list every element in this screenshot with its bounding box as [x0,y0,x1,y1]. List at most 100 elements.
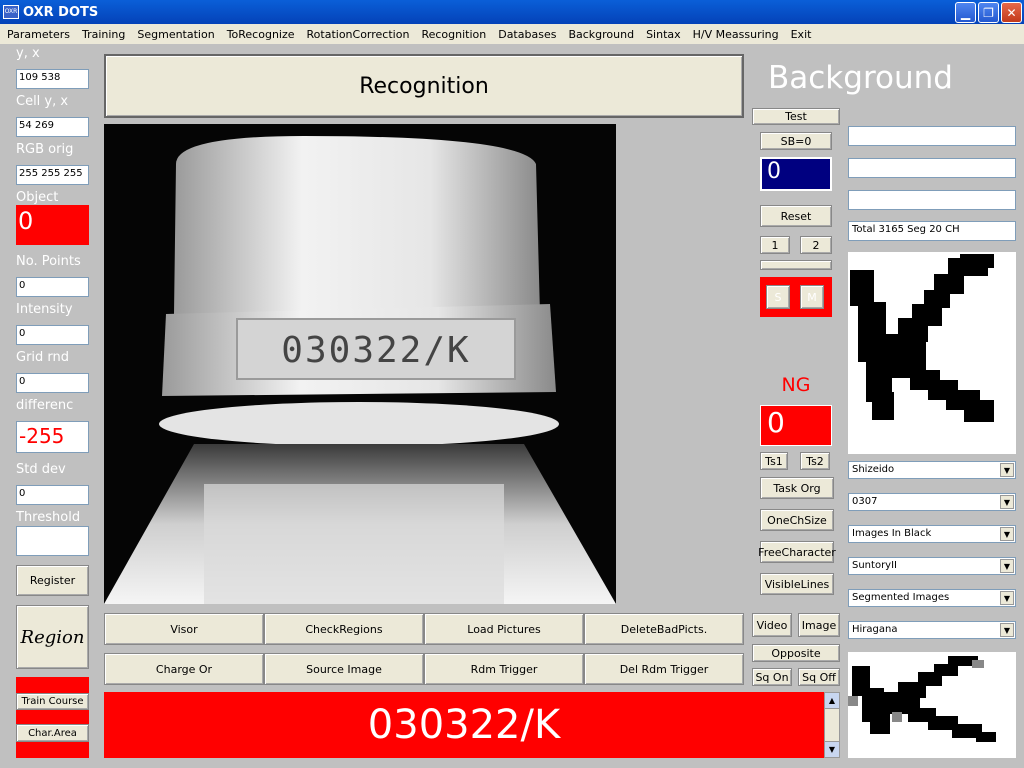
combo-database[interactable]: SuntoryII ▼ [848,557,1016,575]
train-course-indicator [16,677,89,693]
mode-title-button[interactable]: Recognition [104,54,744,118]
window-title: OXR DOTS [23,4,99,20]
menu-background[interactable]: Background [568,28,634,41]
chevron-down-icon[interactable]: ▼ [1000,495,1014,509]
chevron-down-icon[interactable]: ▼ [1000,559,1014,573]
ng-counter: 0 [760,405,832,446]
menu-torecognize[interactable]: ToRecognize [227,28,295,41]
character-preview-small [848,652,1016,758]
cell-label: Cell y, x [16,94,69,109]
combo-brand[interactable]: Shizeido ▼ [848,461,1016,479]
right-field-2[interactable] [848,158,1016,178]
reset-button[interactable]: Reset [760,205,832,227]
minimize-button[interactable]: ▁ [955,2,976,23]
menu-segmentation[interactable]: Segmentation [137,28,214,41]
maximize-button[interactable]: ❐ [978,2,999,23]
sm-panel: S M [760,277,832,317]
menu-rotationcorrection[interactable]: RotationCorrection [307,28,410,41]
blank-button[interactable] [760,260,832,270]
intensity-label: Intensity [16,302,73,317]
combo-image-type[interactable]: Segmented Images ▼ [848,589,1016,607]
test-button[interactable]: Test [752,108,840,125]
visible-lines-button[interactable]: VisibleLines [760,573,834,595]
std-field[interactable]: 0 [16,485,89,505]
menu-training[interactable]: Training [82,28,125,41]
sq-on-button[interactable]: Sq On [752,668,792,686]
visor-button[interactable]: Visor [104,613,264,645]
scroll-up-icon[interactable]: ▲ [825,693,839,709]
threshold-field[interactable] [16,526,89,556]
title-bar: OXR OXR DOTS ▁ ❐ ✕ [0,0,1024,24]
camera-image[interactable]: 030322/K [104,124,616,604]
rgb-field[interactable]: 255 255 255 [16,165,89,185]
menu-databases[interactable]: Databases [498,28,556,41]
char-area-indicator-bottom [16,742,89,758]
region-button[interactable]: Region [16,605,89,669]
chevron-down-icon[interactable]: ▼ [1000,591,1014,605]
register-button[interactable]: Register [16,565,89,596]
combo-image-mode[interactable]: Images In Black ▼ [848,525,1016,543]
sq-off-button[interactable]: Sq Off [798,668,840,686]
char-area-indicator [16,710,89,724]
train-course-button[interactable]: Train Course [16,693,89,710]
object-label: Object [16,190,59,205]
right-field-3[interactable] [848,190,1016,210]
free-character-button[interactable]: FreeCharacter [758,541,836,563]
two-button[interactable]: 2 [800,236,832,254]
image-button[interactable]: Image [798,613,840,637]
result-display: 030322/K [104,692,824,758]
one-button[interactable]: 1 [760,236,790,254]
menu-bar: Parameters Training Segmentation ToRecog… [0,24,1024,44]
points-label: No. Points [16,254,81,269]
chevron-down-icon[interactable]: ▼ [1000,527,1014,541]
combo-database-value: SuntoryII [852,560,897,571]
yx-field[interactable]: 109 538 [16,69,89,89]
sb-button[interactable]: SB=0 [760,132,832,150]
menu-parameters[interactable]: Parameters [7,28,70,41]
result-scrollbar[interactable]: ▲ ▼ [824,692,840,758]
char-area-button[interactable]: Char.Area [16,724,89,742]
source-image-button[interactable]: Source Image [264,653,424,685]
intensity-field[interactable]: 0 [16,325,89,345]
cell-field[interactable]: 54 269 [16,117,89,137]
charge-or-button[interactable]: Charge Or [104,653,264,685]
combo-alphabet[interactable]: Hiragana ▼ [848,621,1016,639]
delete-bad-picts-button[interactable]: DeleteBadPicts. [584,613,744,645]
k-glyph-small-image [848,656,996,742]
load-pictures-button[interactable]: Load Pictures [424,613,584,645]
scroll-down-icon[interactable]: ▼ [825,741,839,757]
total-seg-field[interactable]: Total 3165 Seg 20 CH [848,221,1016,241]
points-field[interactable]: 0 [16,277,89,297]
del-rdm-trigger-button[interactable]: Del Rdm Trigger [584,653,744,685]
chevron-down-icon[interactable]: ▼ [1000,463,1014,477]
diff-field[interactable]: -255 [16,421,89,453]
rgb-label: RGB orig [16,142,74,157]
menu-recognition[interactable]: Recognition [421,28,486,41]
one-ch-size-button[interactable]: OneChSize [760,509,834,531]
combo-brand-value: Shizeido [852,464,895,475]
minimize-icon: ▁ [960,5,971,20]
std-label: Std dev [16,462,66,477]
task-org-button[interactable]: Task Org [760,477,834,499]
object-value: 0 [16,205,89,245]
ts2-button[interactable]: Ts2 [800,452,830,470]
diff-label: differenc [16,398,74,413]
character-preview-large [848,252,1016,454]
m-button[interactable]: M [800,285,824,309]
menu-hv-meassuring[interactable]: H/V Meassuring [693,28,779,41]
video-button[interactable]: Video [752,613,792,637]
grid-field[interactable]: 0 [16,373,89,393]
check-regions-button[interactable]: CheckRegions [264,613,424,645]
chevron-down-icon[interactable]: ▼ [1000,623,1014,637]
background-title: Background [768,60,953,96]
s-button[interactable]: S [766,285,790,309]
close-button[interactable]: ✕ [1001,2,1022,23]
combo-code[interactable]: 0307 ▼ [848,493,1016,511]
rdm-trigger-button[interactable]: Rdm Trigger [424,653,584,685]
menu-sintax[interactable]: Sintax [646,28,681,41]
opposite-button[interactable]: Opposite [752,644,840,662]
right-field-1[interactable] [848,126,1016,146]
grid-label: Grid rnd [16,350,70,365]
ts1-button[interactable]: Ts1 [760,452,788,470]
menu-exit[interactable]: Exit [791,28,812,41]
